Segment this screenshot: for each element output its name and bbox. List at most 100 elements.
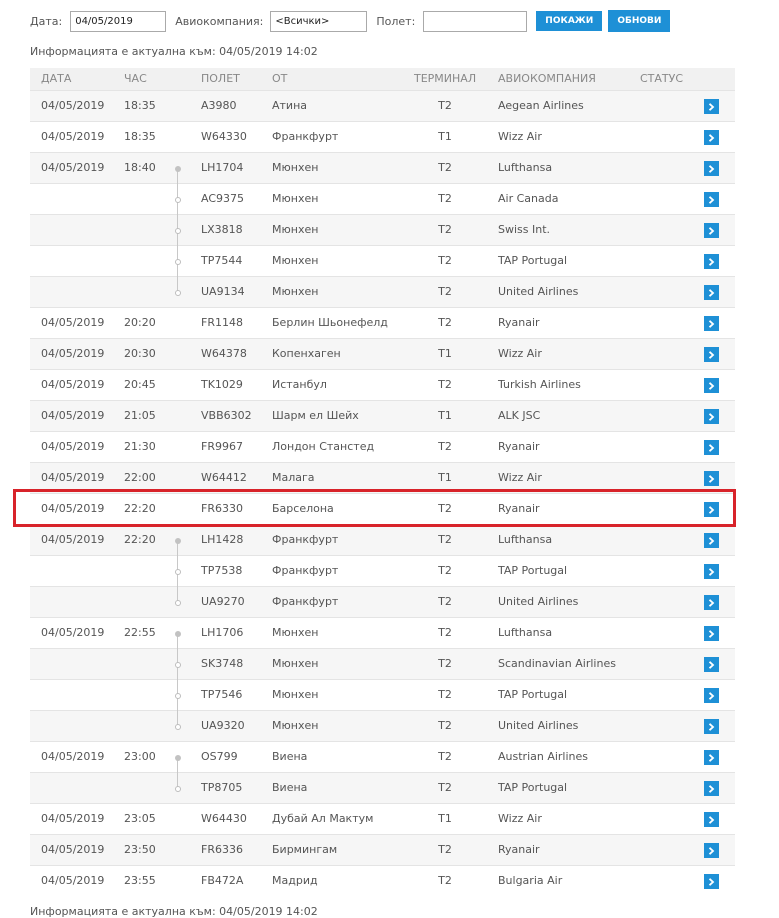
row-details-button[interactable] <box>704 99 719 114</box>
row-details-button[interactable] <box>704 409 719 424</box>
row-details-button[interactable] <box>704 595 719 610</box>
row-details-button[interactable] <box>704 254 719 269</box>
table-row[interactable]: 04/05/2019 21:05 VBB6302 Шарм ел Шейх T1 ALK … <box>30 400 735 431</box>
cell-time: 23:05 <box>124 812 156 825</box>
chevron-right-icon <box>708 877 715 886</box>
table-row[interactable]: 04/05/2019 18:35 W64330 Франкфурт T1 Wizz Air <box>30 121 735 152</box>
codeshare-dot <box>175 290 181 296</box>
cell-airline: Austrian Airlines <box>498 750 589 763</box>
cell-flight: W64330 <box>201 130 247 143</box>
row-details-button[interactable] <box>704 130 719 145</box>
row-details-button[interactable] <box>704 161 719 176</box>
row-details-button[interactable] <box>704 719 719 734</box>
flight-input[interactable] <box>423 10 528 32</box>
row-details-button[interactable] <box>704 781 719 796</box>
row-details-button[interactable] <box>704 750 719 765</box>
cell-terminal: T2 <box>438 316 452 329</box>
table-row[interactable]: 04/05/2019 22:20 LH1428 Франкфурт T2 Lufthans… <box>30 524 735 556</box>
chevron-right-icon <box>708 164 715 173</box>
table-row[interactable]: 04/05/2019 22:55 LH1706 Мюнхен T2 Lufthansa <box>30 617 735 649</box>
chevron-right-icon <box>708 536 715 545</box>
cell-flight: TP7538 <box>201 564 243 577</box>
table-row[interactable]: AC9375 Мюнхен T2 Air Canada <box>30 183 735 215</box>
table-row[interactable]: 04/05/2019 23:05 W64430 Дубай Ал Мактум T1 Wi… <box>30 803 735 834</box>
filter-bar: Дата: Авиокомпания: Полет: ПОКАЖИ ОБНОВИ <box>30 10 671 32</box>
table-row[interactable]: UA9134 Мюнхен T2 United Airlines <box>30 276 735 307</box>
row-details-button[interactable] <box>704 812 719 827</box>
table-row[interactable]: 04/05/2019 18:35 A3980 Атина T2 Aegean Airlin… <box>30 90 735 121</box>
row-details-button[interactable] <box>704 626 719 641</box>
row-details-button[interactable] <box>704 843 719 858</box>
cell-date: 04/05/2019 <box>41 130 105 143</box>
row-details-button[interactable] <box>704 347 719 362</box>
row-details-button[interactable] <box>704 378 719 393</box>
cell-date: 04/05/2019 <box>41 750 105 763</box>
cell-time: 18:35 <box>124 130 156 143</box>
cell-airline: Ryanair <box>498 440 540 453</box>
row-details-button[interactable] <box>704 471 719 486</box>
cell-from: Истанбул <box>272 378 327 391</box>
chevron-right-icon <box>708 722 715 731</box>
cell-flight: UA9320 <box>201 719 245 732</box>
row-details-button[interactable] <box>704 223 719 238</box>
table-row[interactable]: 04/05/2019 20:45 TK1029 Истанбул T2 Turkish A… <box>30 369 735 400</box>
table-row[interactable]: TP7544 Мюнхен T2 TAP Portugal <box>30 245 735 277</box>
cell-airline: Wizz Air <box>498 347 542 360</box>
table-row[interactable]: 04/05/2019 20:20 FR1148 Берлин Шьонефелд T2 R… <box>30 307 735 338</box>
row-details-button[interactable] <box>704 316 719 331</box>
cell-airline: Swiss Int. <box>498 223 551 236</box>
cell-time: 20:20 <box>124 316 156 329</box>
chevron-right-icon <box>708 629 715 638</box>
cell-terminal: T1 <box>438 812 452 825</box>
cell-flight: UA9270 <box>201 595 245 608</box>
row-details-button[interactable] <box>704 440 719 455</box>
table-row[interactable]: UA9270 Франкфурт T2 United Airlines <box>30 586 735 617</box>
table-row[interactable]: 04/05/2019 23:55 FB472A Мадрид T2 Bulgaria Ai… <box>30 865 735 896</box>
cell-flight: W64430 <box>201 812 247 825</box>
row-details-button[interactable] <box>704 874 719 889</box>
cell-flight: UA9134 <box>201 285 245 298</box>
cell-from: Мадрид <box>272 874 318 887</box>
table-row[interactable]: LX3818 Мюнхен T2 Swiss Int. <box>30 214 735 246</box>
table-row[interactable]: UA9320 Мюнхен T2 United Airlines <box>30 710 735 741</box>
table-row[interactable]: 04/05/2019 22:00 W64412 Малага T1 Wizz Air <box>30 462 735 493</box>
row-details-button[interactable] <box>704 533 719 548</box>
row-details-button[interactable] <box>704 564 719 579</box>
cell-date: 04/05/2019 <box>41 99 105 112</box>
flight-label: Полет: <box>376 14 416 28</box>
row-details-button[interactable] <box>704 688 719 703</box>
table-row[interactable]: 04/05/2019 22:20 FR6330 Барселона T2 Ryanair <box>30 493 735 524</box>
cell-terminal: T1 <box>438 471 452 484</box>
table-row[interactable]: TP7546 Мюнхен T2 TAP Portugal <box>30 679 735 711</box>
cell-from: Мюнхен <box>272 719 319 732</box>
cell-terminal: T2 <box>438 192 452 205</box>
cell-flight: TP7544 <box>201 254 243 267</box>
airline-select[interactable] <box>270 10 368 32</box>
cell-from: Дубай Ал Мактум <box>272 812 374 825</box>
table-row[interactable]: 04/05/2019 23:50 FR6336 Бирмингам T2 Ryanair <box>30 834 735 865</box>
table-row[interactable]: 04/05/2019 21:30 FR9967 Лондон Станстед T2 Ry… <box>30 431 735 462</box>
cell-terminal: T2 <box>438 657 452 670</box>
show-button[interactable]: ПОКАЖИ <box>536 11 603 31</box>
chevron-right-icon <box>708 660 715 669</box>
cell-terminal: T2 <box>438 378 452 391</box>
table-row[interactable]: SK3748 Мюнхен T2 Scandinavian Airlines <box>30 648 735 680</box>
codeshare-dot <box>175 600 181 606</box>
cell-from: Копенхаген <box>272 347 341 360</box>
date-input[interactable] <box>70 10 167 32</box>
table-row[interactable]: TP8705 Виена T2 TAP Portugal <box>30 772 735 803</box>
row-details-button[interactable] <box>704 502 719 517</box>
cell-from: Берлин Шьонефелд <box>272 316 388 329</box>
refresh-button[interactable]: ОБНОВИ <box>608 10 671 32</box>
row-details-button[interactable] <box>704 285 719 300</box>
table-row[interactable]: 04/05/2019 20:30 W64378 Копенхаген T1 Wizz Ai… <box>30 338 735 369</box>
cell-date: 04/05/2019 <box>41 874 105 887</box>
arrivals-table: ДАТА ЧАС ПОЛЕТ ОТ ТЕРМИНАЛ АВИОКОМПАНИЯ … <box>30 68 735 896</box>
table-row[interactable]: TP7538 Франкфурт T2 TAP Portugal <box>30 555 735 587</box>
row-details-button[interactable] <box>704 192 719 207</box>
table-row[interactable]: 04/05/2019 23:00 OS799 Виена T2 Austrian Airl… <box>30 741 735 773</box>
cell-from: Мюнхен <box>272 688 319 701</box>
cell-airline: Lufthansa <box>498 626 553 639</box>
row-details-button[interactable] <box>704 657 719 672</box>
table-row[interactable]: 04/05/2019 18:40 LH1704 Мюнхен T2 Lufthansa <box>30 152 735 184</box>
